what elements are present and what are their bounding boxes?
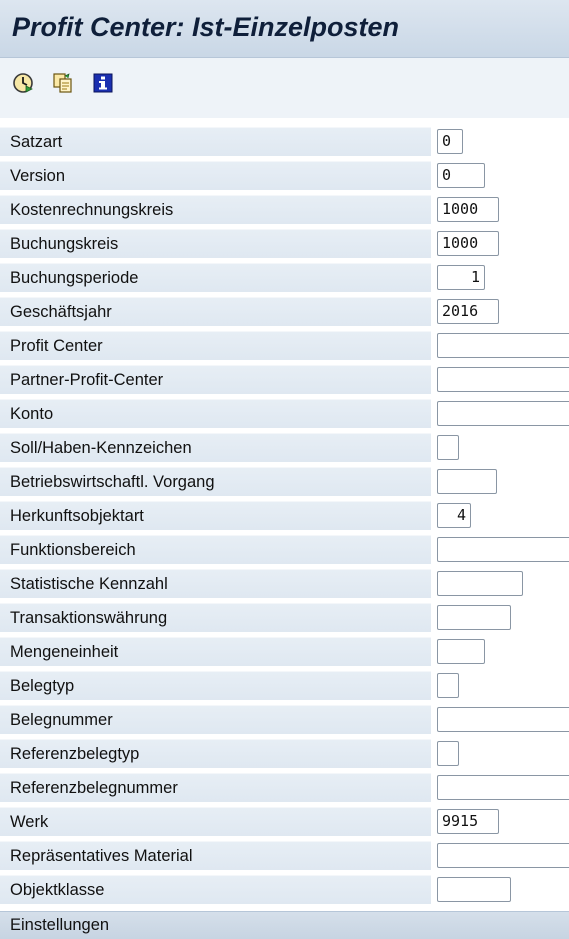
field-label: Herkunftsobjektart xyxy=(0,501,431,530)
field-label: Repräsentatives Material xyxy=(0,841,431,870)
field-row-belegtyp: Belegtyp xyxy=(0,671,569,704)
field-row-mengeneinheit: Mengeneinheit xyxy=(0,637,569,670)
settings-section-header[interactable]: Einstellungen xyxy=(10,916,109,935)
field-label: Buchungsperiode xyxy=(0,263,431,292)
buchungskreis-input[interactable]: 1000 xyxy=(437,231,499,256)
version-input[interactable]: 0 xyxy=(437,163,485,188)
field-row-herkunftsobjektart: Herkunftsobjektart 4 xyxy=(0,501,569,534)
field-row-repraesentatives-material: Repräsentatives Material xyxy=(0,841,569,874)
page-title: Profit Center: Ist-Einzelposten xyxy=(12,12,400,42)
buchungsperiode-input[interactable]: 1 xyxy=(437,265,485,290)
field-row-profit-center: Profit Center xyxy=(0,331,569,364)
field-row-objektklasse: Objektklasse xyxy=(0,875,569,908)
field-label: Referenzbelegnummer xyxy=(0,773,431,802)
copy-icon[interactable] xyxy=(52,72,74,94)
field-row-version: Version 0 xyxy=(0,161,569,194)
belegtyp-input[interactable] xyxy=(437,673,459,698)
field-row-betriebswirtschaftl-vorgang: Betriebswirtschaftl. Vorgang xyxy=(0,467,569,500)
field-row-konto: Konto xyxy=(0,399,569,432)
field-row-referenzbelegtyp: Referenzbelegtyp xyxy=(0,739,569,772)
field-label: Soll/Haben-Kennzeichen xyxy=(0,433,431,462)
field-row-belegnummer: Belegnummer xyxy=(0,705,569,738)
field-row-buchungsperiode: Buchungsperiode 1 xyxy=(0,263,569,296)
belegnummer-input[interactable] xyxy=(437,707,569,732)
field-row-buchungskreis: Buchungskreis 1000 xyxy=(0,229,569,262)
geschaeftsjahr-input[interactable]: 2016 xyxy=(437,299,499,324)
field-label: Kostenrechnungskreis xyxy=(0,195,431,224)
field-label: Statistische Kennzahl xyxy=(0,569,431,598)
field-label: Objektklasse xyxy=(0,875,431,904)
funktionsbereich-input[interactable] xyxy=(437,537,569,562)
referenzbelegnummer-input[interactable] xyxy=(437,775,569,800)
field-label: Mengeneinheit xyxy=(0,637,431,666)
field-label: Buchungskreis xyxy=(0,229,431,258)
herkunftsobjektart-input[interactable]: 4 xyxy=(437,503,471,528)
info-icon[interactable] xyxy=(92,72,114,94)
field-row-transaktionswaehrung: Transaktionswährung xyxy=(0,603,569,636)
field-label: Konto xyxy=(0,399,431,428)
field-label: Transaktionswährung xyxy=(0,603,431,632)
execute-icon[interactable] xyxy=(12,72,34,94)
profit-center-input[interactable] xyxy=(437,333,569,358)
field-row-geschaeftsjahr: Geschäftsjahr 2016 xyxy=(0,297,569,330)
field-label: Geschäftsjahr xyxy=(0,297,431,326)
field-label: Betriebswirtschaftl. Vorgang xyxy=(0,467,431,496)
field-row-soll-haben-kennzeichen: Soll/Haben-Kennzeichen xyxy=(0,433,569,466)
transaktionswaehrung-input[interactable] xyxy=(437,605,511,630)
field-label: Satzart xyxy=(0,127,431,156)
objektklasse-input[interactable] xyxy=(437,877,511,902)
werk-input[interactable]: 9915 xyxy=(437,809,499,834)
field-row-werk: Werk 9915 xyxy=(0,807,569,840)
kostenrechnungskreis-input[interactable]: 1000 xyxy=(437,197,499,222)
satzart-input[interactable]: 0 xyxy=(437,129,463,154)
field-label: Version xyxy=(0,161,431,190)
field-row-satzart: Satzart 0 xyxy=(0,127,569,160)
field-label: Funktionsbereich xyxy=(0,535,431,564)
title-bar: Profit Center: Ist-Einzelposten xyxy=(0,0,569,58)
statistische-kennzahl-input[interactable] xyxy=(437,571,523,596)
field-row-statistische-kennzahl: Statistische Kennzahl xyxy=(0,569,569,602)
field-label: Profit Center xyxy=(0,331,431,360)
field-row-referenzbelegnummer: Referenzbelegnummer xyxy=(0,773,569,806)
field-label: Referenzbelegtyp xyxy=(0,739,431,768)
partner-profit-center-input[interactable] xyxy=(437,367,569,392)
field-label: Belegtyp xyxy=(0,671,431,700)
field-row-funktionsbereich: Funktionsbereich xyxy=(0,535,569,568)
konto-input[interactable] xyxy=(437,401,569,426)
field-row-partner-profit-center: Partner-Profit-Center xyxy=(0,365,569,398)
soll-haben-kennzeichen-input[interactable] xyxy=(437,435,459,460)
betriebswirtschaftl-vorgang-input[interactable] xyxy=(437,469,497,494)
mengeneinheit-input[interactable] xyxy=(437,639,485,664)
settings-section: Einstellungen xyxy=(0,911,569,939)
field-row-kostenrechnungskreis: Kostenrechnungskreis 1000 xyxy=(0,195,569,228)
field-label: Werk xyxy=(0,807,431,836)
referenzbelegtyp-input[interactable] xyxy=(437,741,459,766)
repraesentatives-material-input[interactable] xyxy=(437,843,569,868)
field-label: Partner-Profit-Center xyxy=(0,365,431,394)
toolbar xyxy=(0,58,569,118)
field-label: Belegnummer xyxy=(0,705,431,734)
